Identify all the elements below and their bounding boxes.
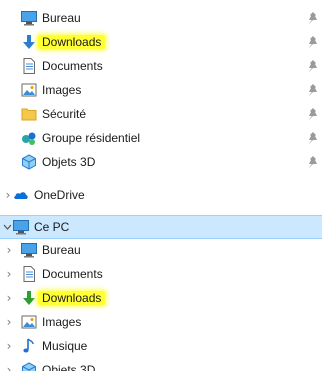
homegroup-icon: [21, 130, 37, 146]
quick-access-item-images[interactable]: Images: [0, 79, 322, 101]
this-pc-item-objets-3d[interactable]: › Objets 3D: [0, 359, 322, 371]
this-pc-item-musique[interactable]: › Musique: [0, 335, 322, 357]
chevron-right-icon[interactable]: ›: [4, 263, 14, 285]
computer-icon: [13, 219, 29, 235]
quick-access-label: Objets 3D: [42, 155, 96, 169]
pin-icon[interactable]: [307, 35, 319, 49]
quick-access-item-documents[interactable]: Documents: [0, 55, 322, 77]
this-pc-item-label: Documents: [42, 267, 103, 281]
nav-item-ce-pc[interactable]: Ce PC: [0, 215, 322, 239]
quick-access-label: Images: [42, 83, 82, 97]
desktop-icon: [21, 242, 37, 258]
quick-access-item-groupe-residentiel[interactable]: Groupe résidentiel: [0, 127, 322, 149]
chevron-right-icon[interactable]: ›: [4, 287, 14, 309]
pin-icon[interactable]: [307, 83, 319, 97]
chevron-right-icon[interactable]: ›: [4, 311, 14, 333]
quick-access-item-securite[interactable]: Sécurité: [0, 103, 322, 125]
chevron-down-icon[interactable]: [2, 216, 12, 238]
this-pc-item-label: Musique: [42, 339, 88, 353]
chevron-right-icon[interactable]: ›: [4, 239, 14, 261]
chevron-right-icon[interactable]: ›: [3, 184, 13, 206]
this-pc-item-label: Objets 3D: [42, 363, 96, 371]
3d-objects-icon: [21, 154, 37, 170]
onedrive-cloud-icon: [13, 187, 29, 203]
nav-item-label: OneDrive: [34, 188, 85, 202]
download-arrow-icon: [21, 290, 37, 306]
navigation-pane: Bureau Downloads Documents Images Sécuri…: [0, 0, 322, 371]
quick-access-item-downloads[interactable]: Downloads: [0, 31, 322, 53]
nav-item-label: Ce PC: [34, 220, 70, 234]
this-pc-item-label: Images: [42, 315, 82, 329]
this-pc-item-label: Downloads: [38, 287, 106, 309]
chevron-right-icon[interactable]: ›: [4, 359, 14, 371]
this-pc-item-documents[interactable]: › Documents: [0, 263, 322, 285]
quick-access-item-bureau[interactable]: Bureau: [0, 7, 322, 29]
images-icon: [21, 82, 37, 98]
images-icon: [21, 314, 37, 330]
folder-icon: [21, 106, 37, 122]
quick-access-label: Documents: [42, 59, 103, 73]
quick-access-item-objets-3d[interactable]: Objets 3D: [0, 151, 322, 173]
this-pc-item-downloads[interactable]: › Downloads: [0, 287, 322, 309]
pin-icon[interactable]: [307, 155, 319, 169]
download-arrow-icon: [21, 34, 37, 50]
nav-item-onedrive[interactable]: › OneDrive: [0, 184, 322, 206]
this-pc-item-bureau[interactable]: › Bureau: [0, 239, 322, 261]
quick-access-label: Bureau: [42, 11, 81, 25]
quick-access-label: Downloads: [38, 31, 106, 53]
document-icon: [21, 58, 37, 74]
music-note-icon: [21, 338, 37, 354]
this-pc-item-label: Bureau: [42, 243, 81, 257]
quick-access-label: Groupe résidentiel: [42, 131, 141, 145]
this-pc-item-images[interactable]: › Images: [0, 311, 322, 333]
chevron-right-icon[interactable]: ›: [4, 335, 14, 357]
pin-icon[interactable]: [307, 107, 319, 121]
quick-access-label: Sécurité: [42, 107, 87, 121]
pin-icon[interactable]: [307, 131, 319, 145]
pin-icon[interactable]: [307, 11, 319, 25]
3d-objects-icon: [21, 362, 37, 371]
pin-icon[interactable]: [307, 59, 319, 73]
document-icon: [21, 266, 37, 282]
desktop-icon: [21, 10, 37, 26]
